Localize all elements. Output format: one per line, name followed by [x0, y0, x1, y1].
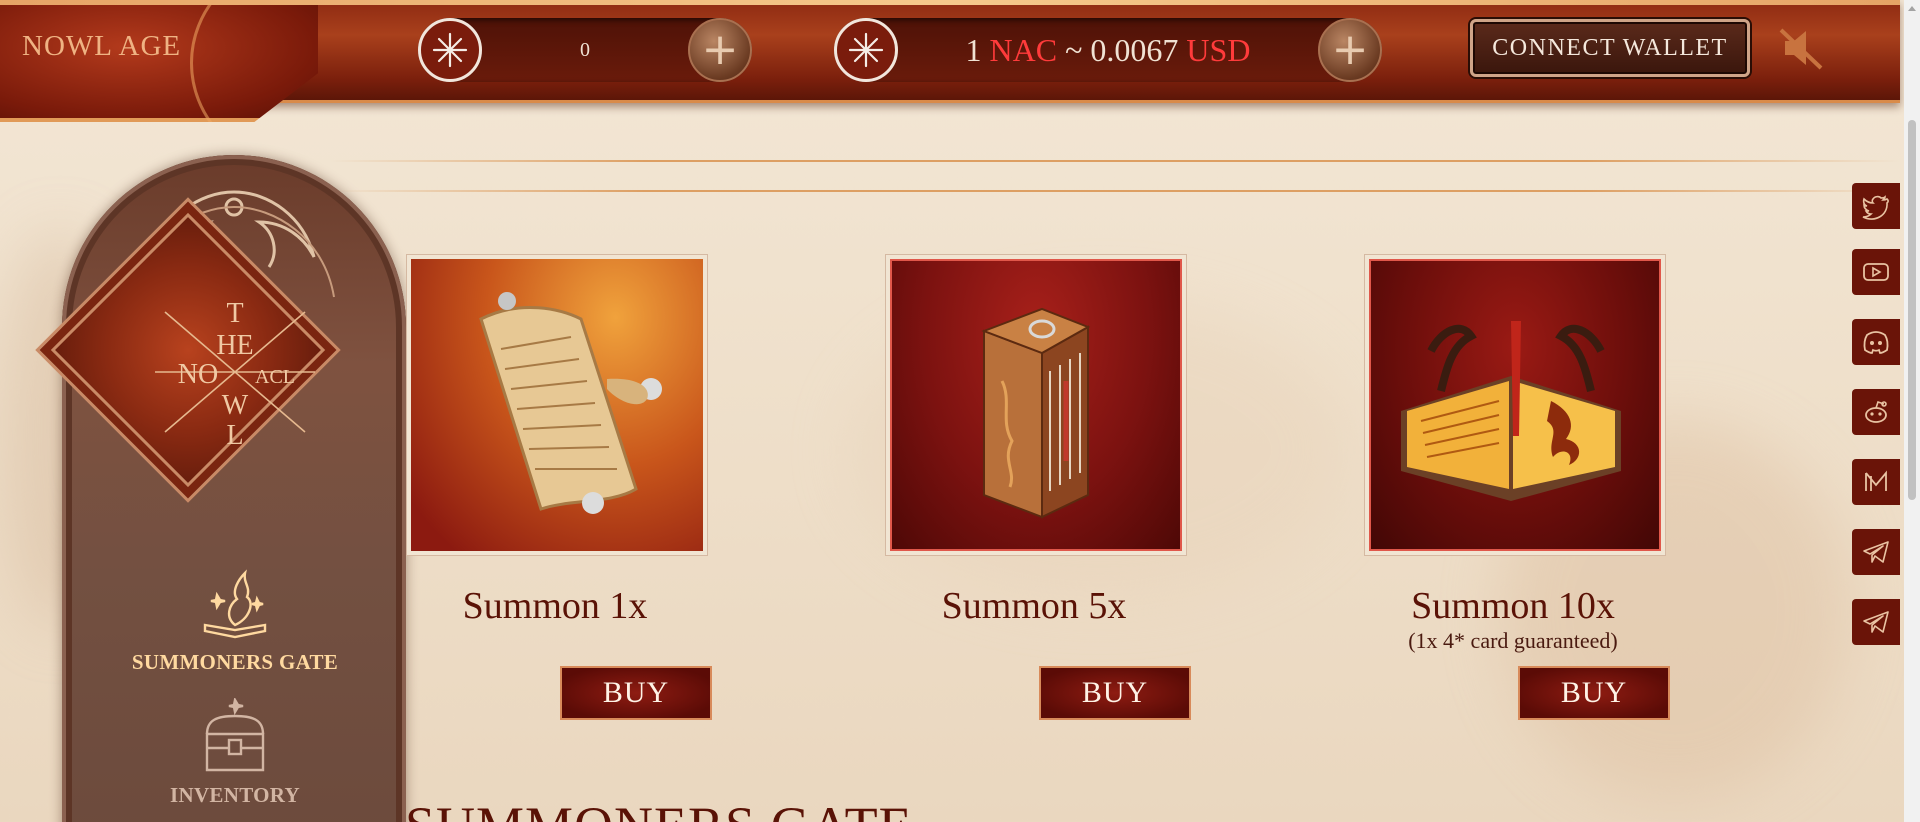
- decorative-divider: [330, 160, 1900, 162]
- telegram-icon: [1863, 541, 1889, 563]
- top-bar: NOWL AGE 0 + 1 NAC ~ 0.0067 USD + CONNEC…: [0, 0, 1900, 122]
- discord-link[interactable]: [1852, 319, 1900, 365]
- rate-usd-value: 0.0067: [1090, 32, 1179, 68]
- telegram-link[interactable]: [1852, 529, 1900, 575]
- connect-wallet-button[interactable]: CONNECT WALLET: [1470, 19, 1750, 77]
- buy-summon-1x-button[interactable]: BUY: [560, 666, 712, 720]
- nav-label: INVENTORY: [170, 783, 300, 807]
- mute-toggle[interactable]: [1775, 22, 1827, 74]
- nac-coin-icon: [834, 18, 898, 82]
- token-balance-group: 0 +: [418, 18, 752, 82]
- magic-book-icon: [203, 569, 267, 639]
- speaker-muted-icon: [1779, 28, 1823, 70]
- sidebar-item-summoners-gate[interactable]: SUMMONERS GATE: [80, 565, 390, 675]
- app-logo[interactable]: NOWL AGE: [22, 30, 181, 63]
- add-tokens-button[interactable]: +: [688, 18, 752, 82]
- open-grimoire-art: [1369, 259, 1661, 551]
- youtube-icon: [1863, 263, 1889, 281]
- nav-label: SUMMONERS GATE: [131, 650, 339, 674]
- medium-icon: [1865, 470, 1887, 491]
- buy-nac-button[interactable]: +: [1318, 18, 1382, 82]
- card-subtitle: (1x 4* card guaranteed): [1408, 628, 1618, 653]
- plus-icon: +: [1331, 24, 1369, 75]
- telegram-link[interactable]: [1852, 599, 1900, 645]
- the-nowl-emblem[interactable]: T HE NO ACL W L: [140, 292, 330, 452]
- card-title: Summon 10x: [1411, 585, 1615, 627]
- token-balance: 0: [580, 39, 590, 61]
- emblem-letter: W: [222, 390, 249, 421]
- section-heading: SUMMONERS GATE: [405, 795, 913, 822]
- summon-card-1x: Summon 1x BUY: [406, 254, 712, 720]
- card-frame[interactable]: [885, 254, 1187, 556]
- medium-link[interactable]: [1852, 459, 1900, 505]
- logo-ring-decoration: [190, 0, 318, 122]
- rate-amount: 1: [965, 32, 982, 68]
- buy-summon-5x-button[interactable]: BUY: [1039, 666, 1191, 720]
- youtube-link[interactable]: [1852, 249, 1900, 295]
- card-frame[interactable]: [1364, 254, 1666, 556]
- emblem-letter: NO: [178, 359, 218, 390]
- treasure-chest-icon: [205, 696, 265, 772]
- exchange-rate-group: 1 NAC ~ 0.0067 USD +: [834, 18, 1382, 82]
- card-frame[interactable]: [406, 254, 708, 556]
- reddit-icon: [1865, 400, 1887, 423]
- telegram-icon: [1863, 611, 1889, 633]
- twitter-icon: [1862, 195, 1889, 220]
- emblem-letter: T: [226, 298, 243, 329]
- emblem-letter: ACL: [255, 366, 295, 388]
- sidebar-item-inventory[interactable]: INVENTORY: [80, 696, 390, 808]
- reddit-link[interactable]: [1852, 389, 1900, 435]
- emblem-letter: HE: [216, 330, 253, 361]
- rate-token: NAC: [989, 32, 1058, 68]
- scroll-art: [411, 259, 703, 551]
- card-title: Summon 5x: [941, 585, 1127, 627]
- scrollbar-thumb[interactable]: [1908, 120, 1916, 500]
- emblem-letter: L: [226, 420, 243, 451]
- rate-currency: USD: [1186, 32, 1251, 68]
- discord-icon: [1863, 331, 1889, 354]
- twitter-link[interactable]: [1852, 183, 1900, 229]
- summon-card-5x: Summon 5x BUY: [885, 254, 1191, 720]
- summon-card-10x: Summon 10x (1x 4* card guaranteed) BUY: [1364, 254, 1670, 720]
- decorative-divider: [330, 190, 1900, 192]
- rate-separator: ~: [1065, 32, 1083, 68]
- nac-coin-icon: [418, 18, 482, 82]
- vertical-scrollbar[interactable]: [1904, 0, 1920, 822]
- scroll-up-arrow-icon[interactable]: [1908, 6, 1916, 11]
- buy-summon-10x-button[interactable]: BUY: [1518, 666, 1670, 720]
- exchange-rate: 1 NAC ~ 0.0067 USD: [898, 18, 1318, 82]
- plus-icon: +: [701, 24, 739, 75]
- book-stack-art: [890, 259, 1182, 551]
- card-title: Summon 1x: [462, 585, 648, 627]
